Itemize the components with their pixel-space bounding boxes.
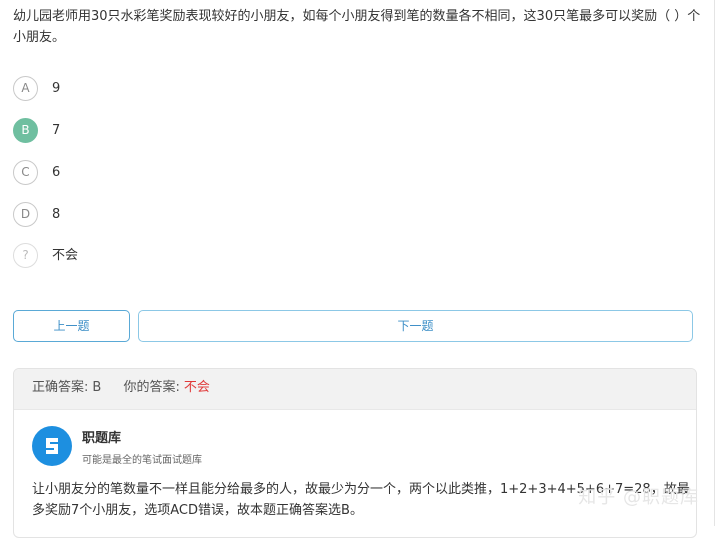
prev-question-button[interactable]: 上一题 (13, 310, 130, 342)
my-answer-label: 你的答案: (123, 380, 180, 395)
source-tagline: 可能是最全的笔试面试题库 (82, 455, 202, 466)
source-name: 职题库 (82, 431, 122, 446)
question-mark-icon: ? (13, 243, 38, 268)
source-logo (32, 426, 72, 466)
option-d-badge: D (13, 202, 38, 227)
option-b[interactable]: B 7 (13, 118, 313, 146)
s-logo-icon (46, 438, 58, 454)
option-d-text: 8 (52, 207, 61, 222)
option-d[interactable]: D 8 (13, 202, 313, 230)
option-a[interactable]: A 9 (13, 76, 313, 104)
watermark: 知乎 @职题库 (578, 487, 699, 508)
correct-answer-value: B (92, 380, 102, 395)
option-c[interactable]: C 6 (13, 160, 313, 188)
option-a-text: 9 (52, 81, 61, 96)
option-a-badge: A (13, 76, 38, 101)
correct-answer-label: 正确答案: (32, 380, 89, 395)
option-b-badge: B (13, 118, 38, 143)
my-answer-value: 不会 (183, 380, 210, 395)
option-b-text: 7 (52, 123, 61, 138)
option-unknown[interactable]: ? 不会 (13, 243, 313, 271)
answer-panel: 正确答案: B 你的答案: 不会 职题库 可能是最全的笔试面试题库 让小朋友分的笔数… (13, 368, 697, 538)
option-c-text: 6 (52, 165, 61, 180)
answer-header: 正确答案: B 你的答案: 不会 (14, 369, 696, 410)
question-text: 幼儿园老师用30只水彩笔奖励表现较好的小朋友，如每个小朋友得到笔的数量各不相同，… (13, 9, 701, 45)
option-unknown-text: 不会 (52, 248, 79, 263)
next-question-button[interactable]: 下一题 (138, 310, 693, 342)
option-c-badge: C (13, 160, 38, 185)
